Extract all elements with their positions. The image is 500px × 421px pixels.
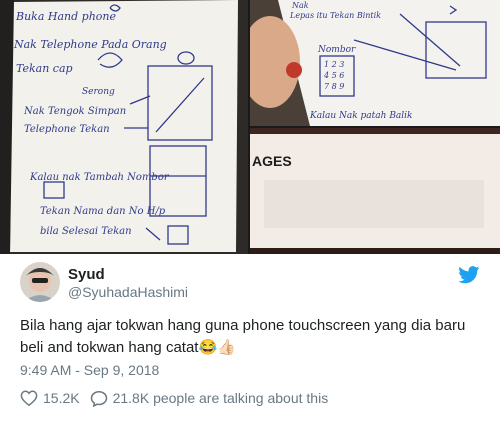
- note-line-1: Buka Hand phone: [15, 10, 116, 23]
- notes-left-drawing: Buka Hand phone Nak Telephone Pada Orang…: [0, 0, 238, 254]
- svg-text:Kalau Nak patah Balik: Kalau Nak patah Balik: [309, 111, 413, 121]
- note-line-8: Tekan Nama dan No H/p: [40, 206, 166, 217]
- note-line-6: Telephone Tekan: [24, 124, 110, 135]
- svg-text:Nak: Nak: [291, 1, 309, 10]
- note-line-5: Nak Tengok Simpan: [23, 106, 126, 117]
- svg-text:Nombor: Nombor: [317, 45, 356, 55]
- talking-count: 21.8K people are talking about this: [112, 390, 329, 406]
- note-line-9: bila Selesai Tekan: [40, 226, 132, 237]
- avatar[interactable]: [20, 262, 60, 302]
- tweet-body: Bila hang ajar tokwan hang guna phone to…: [20, 317, 466, 356]
- fingernail: [286, 62, 302, 78]
- svg-text:Lepas itu Tekan Bintik: Lepas itu Tekan Bintik: [289, 11, 381, 20]
- talking-link[interactable]: 21.8K people are talking about this: [90, 390, 329, 407]
- photo-phone-screen[interactable]: AGES: [250, 128, 500, 254]
- like-button[interactable]: 15.2K: [20, 390, 80, 406]
- embedded-tweet: Buka Hand phone Nak Telephone Pada Orang…: [0, 0, 500, 421]
- tweet-header: Syud @SyuhadaHashimi: [20, 262, 480, 306]
- tweet-emoji: 😂👍🏻: [198, 339, 236, 356]
- svg-text:4 5 6: 4 5 6: [323, 71, 344, 80]
- screen-text: AGES: [252, 153, 292, 169]
- heart-outline-icon: [20, 390, 38, 406]
- user-handle[interactable]: @SyuhadaHashimi: [68, 284, 188, 300]
- like-count: 15.2K: [43, 390, 80, 406]
- speech-bubble-icon: [90, 390, 107, 407]
- media-grid[interactable]: Buka Hand phone Nak Telephone Pada Orang…: [0, 0, 500, 254]
- svg-text:7 8 9: 7 8 9: [324, 82, 344, 91]
- tweet-timestamp[interactable]: 9:49 AM - Sep 9, 2018: [20, 362, 159, 378]
- svg-text:1 2 3: 1 2 3: [324, 60, 344, 69]
- tweet-text: Bila hang ajar tokwan hang guna phone to…: [20, 315, 480, 359]
- tweet-actions: 15.2K 21.8K people are talking about thi…: [20, 388, 338, 408]
- note-line-2: Nak Telephone Pada Orang: [13, 38, 167, 51]
- photo-handwritten-notes[interactable]: Buka Hand phone Nak Telephone Pada Orang…: [0, 0, 248, 254]
- twitter-bird-icon[interactable]: [458, 266, 480, 284]
- note-line-3: Tekan cap: [16, 62, 73, 75]
- display-name[interactable]: Syud: [68, 266, 105, 283]
- note-line-4: Serong: [82, 87, 115, 97]
- notes-right-drawing: Nak Lepas itu Tekan Bintik Nombor 1 2 3 …: [250, 0, 500, 126]
- photo-keypad-note[interactable]: Nak Lepas itu Tekan Bintik Nombor 1 2 3 …: [250, 0, 500, 126]
